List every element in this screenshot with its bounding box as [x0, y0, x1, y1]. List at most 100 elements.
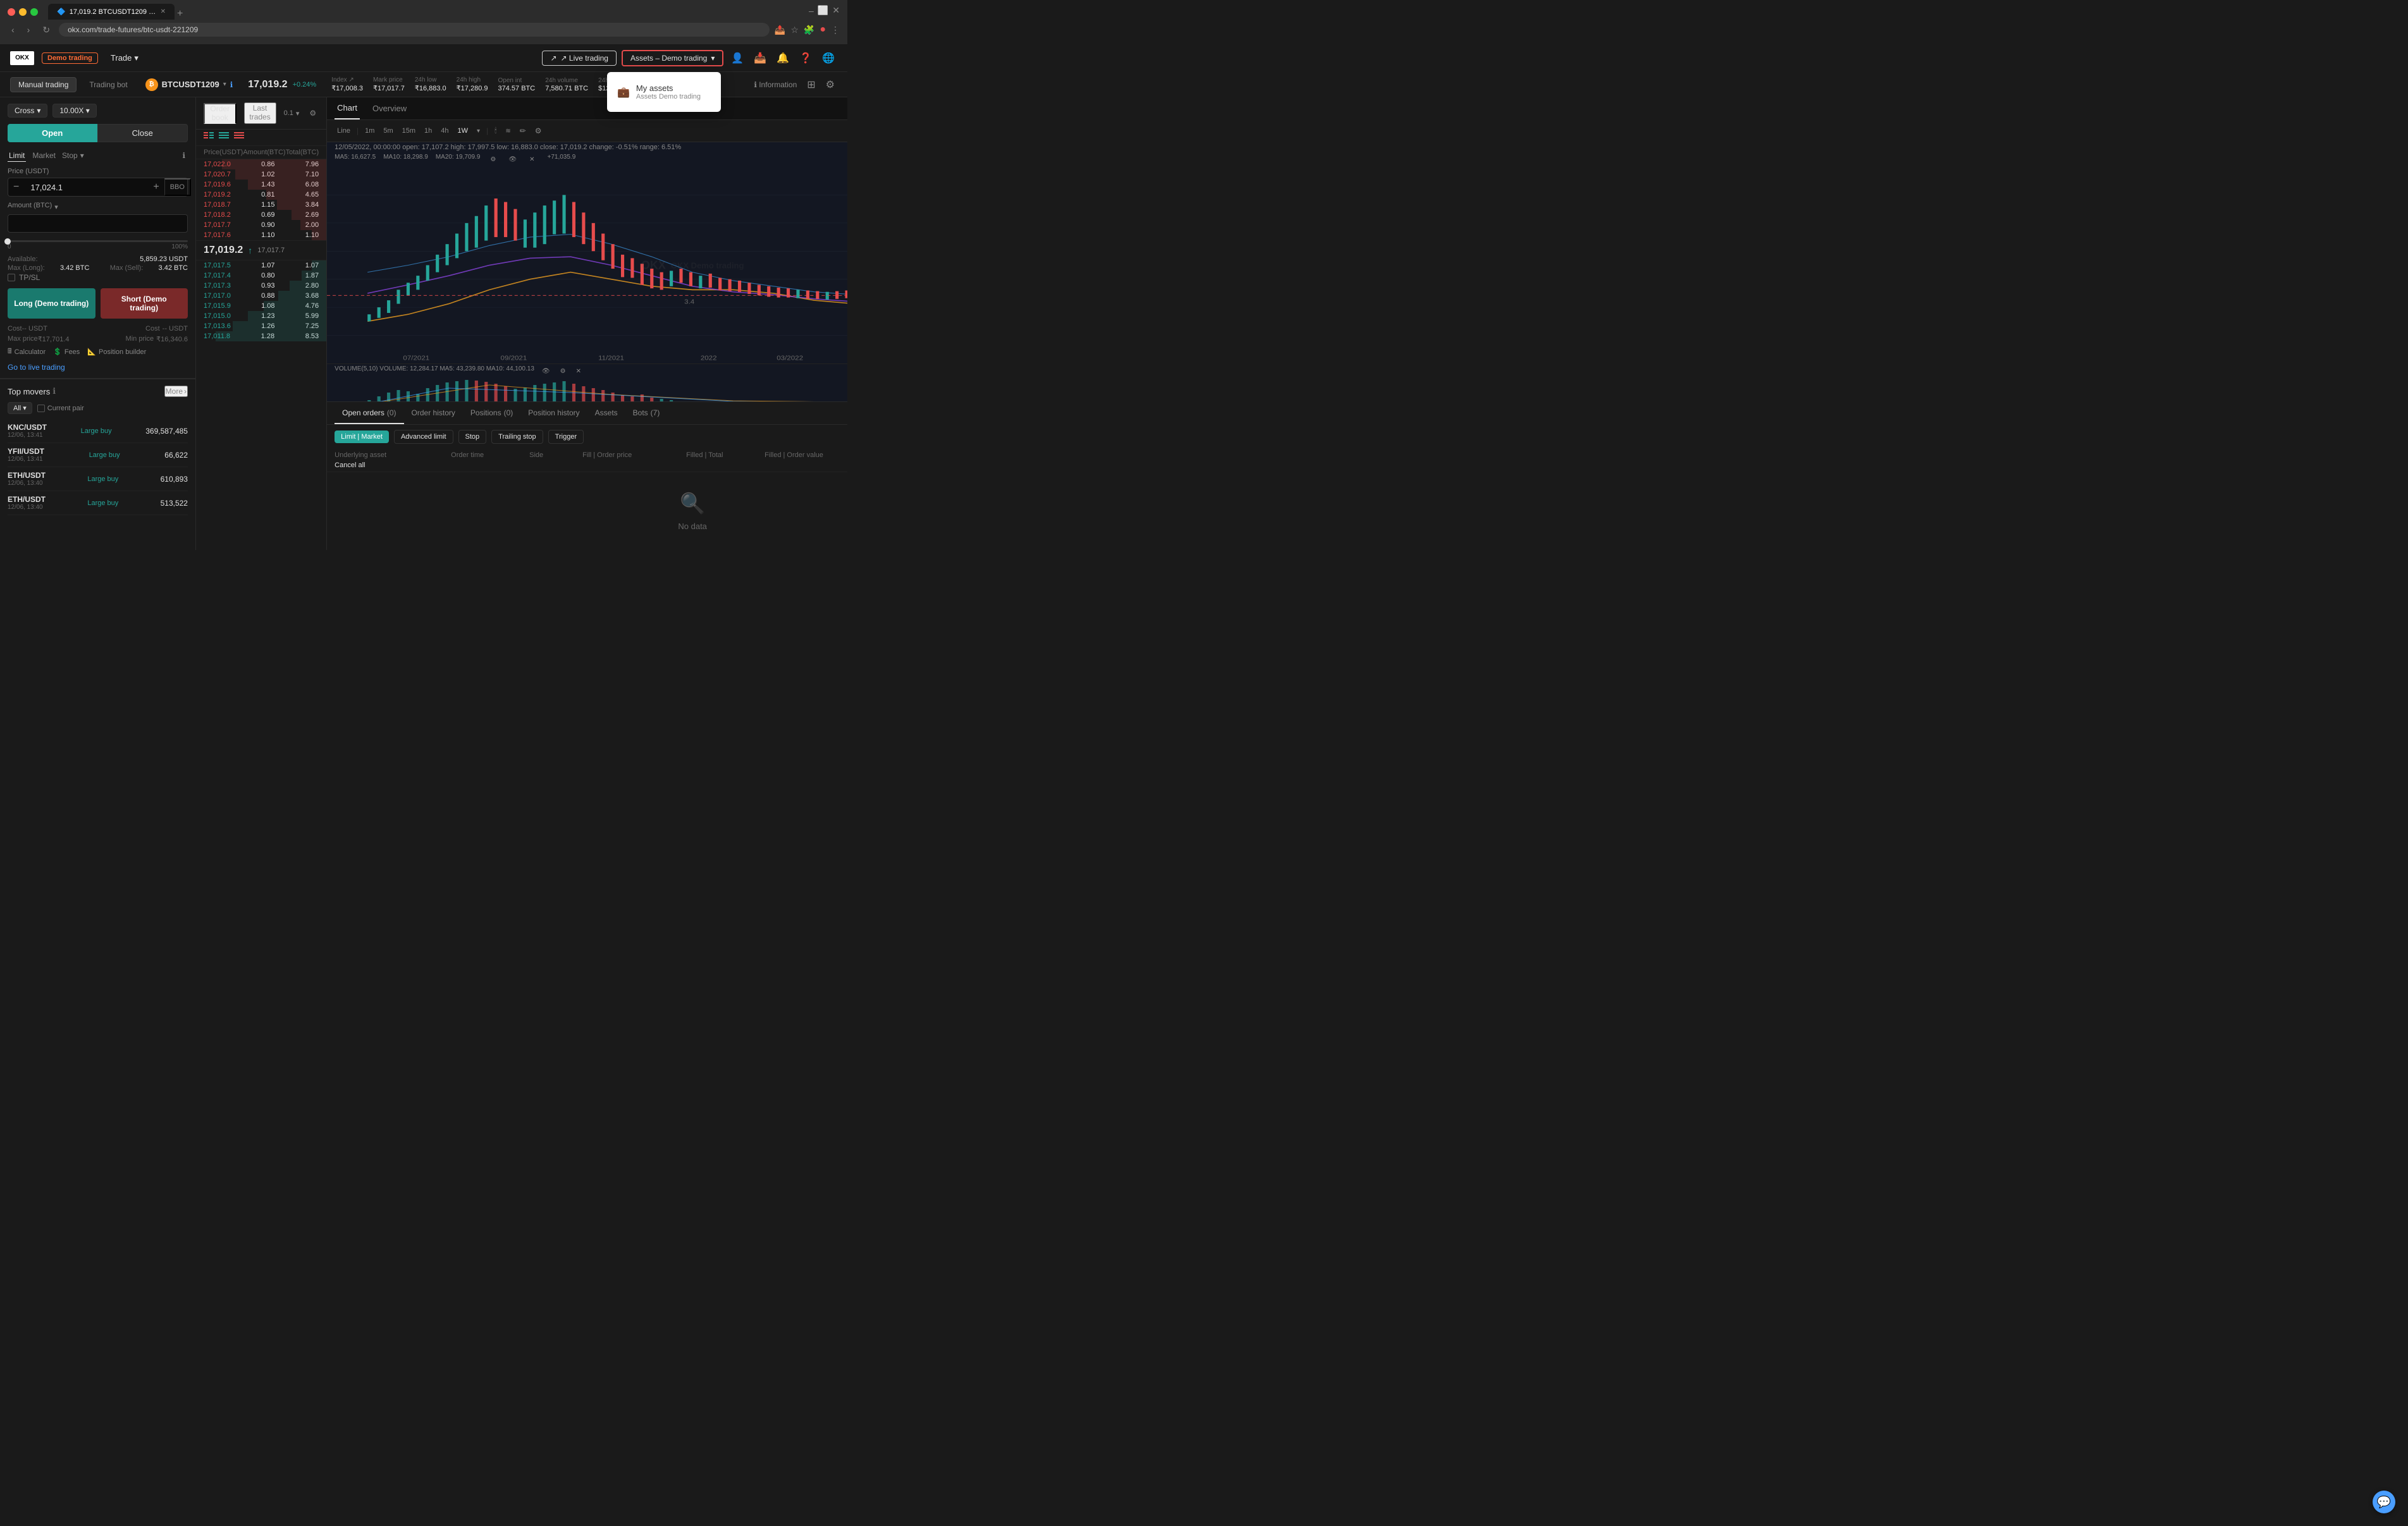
order-history-tab[interactable]: Order history — [404, 402, 463, 424]
volume-close-icon[interactable]: ✕ — [574, 365, 584, 377]
demo-trading-badge[interactable]: Demo trading — [42, 52, 98, 64]
trigger-filter[interactable]: Trigger — [548, 430, 584, 444]
limit-market-filter[interactable]: Limit | Market — [335, 430, 389, 443]
order-info-icon[interactable]: ℹ — [180, 149, 188, 162]
active-browser-tab[interactable]: 🔷 17,019.2 BTCUSDT1209 | Buy... ✕ — [48, 4, 175, 20]
forward-button[interactable]: › — [23, 23, 34, 36]
chart-tab[interactable]: Chart — [335, 97, 360, 119]
menu-button[interactable]: ⋮ — [831, 24, 840, 35]
new-tab-button[interactable]: + — [177, 8, 183, 20]
browser-close[interactable]: ✕ — [832, 5, 840, 16]
ma-settings-icon[interactable]: ⚙ — [488, 154, 498, 166]
limit-order-button[interactable]: Limit — [8, 150, 26, 162]
leverage-slider-track[interactable] — [8, 240, 188, 242]
assets-tab[interactable]: Assets — [587, 402, 625, 424]
position-builder-button[interactable]: 📐 Position builder — [87, 346, 146, 358]
pair-selector[interactable]: ₿ BTCUSDT1209 ▾ ℹ — [140, 76, 238, 94]
calculator-button[interactable]: 🖩 Calculator — [8, 346, 46, 358]
15m-button[interactable]: 15m — [400, 126, 418, 136]
extensions-button[interactable]: 🧩 — [804, 24, 814, 35]
information-button[interactable]: ℹ Information — [751, 78, 799, 92]
volume-settings-icon[interactable]: ⚙ — [558, 365, 568, 377]
address-bar-input[interactable] — [59, 23, 770, 37]
manual-trading-button[interactable]: Manual trading — [10, 77, 77, 92]
mover-item-2[interactable]: ETH/USDT 12/06, 13:40 Large buy 610,893 — [8, 467, 188, 491]
ask-row-6[interactable]: 17,017.70.902.00 — [196, 220, 326, 230]
1w-button[interactable]: 1W — [455, 126, 471, 136]
candle-type-button[interactable]: 🕯 — [492, 126, 499, 137]
maximize-window-button[interactable] — [30, 8, 38, 16]
browser-maximize[interactable]: ⬜ — [818, 5, 828, 16]
tab-close-button[interactable]: ✕ — [161, 8, 166, 15]
position-history-tab[interactable]: Position history — [520, 402, 587, 424]
1m-button[interactable]: 1m — [362, 126, 377, 136]
open-button[interactable]: Open — [8, 124, 97, 142]
notifications-icon-button[interactable]: 🔔 — [774, 49, 792, 67]
orderbook-settings-icon[interactable]: ⚙ — [307, 106, 319, 120]
star-button[interactable]: ☆ — [790, 24, 799, 35]
tpsl-checkbox[interactable] — [8, 274, 15, 281]
price-increment-button[interactable]: + — [148, 179, 164, 195]
ob-view-bids-button[interactable] — [219, 132, 229, 143]
settings-button[interactable]: ⚙ — [823, 76, 837, 94]
volume-eye-icon[interactable]: 👁 — [539, 365, 553, 377]
help-icon-button[interactable]: ❓ — [797, 49, 814, 67]
bookmark-button[interactable]: 📤 — [775, 24, 785, 35]
line-button[interactable]: Line — [335, 126, 353, 136]
download-icon-button[interactable]: 📥 — [751, 49, 769, 67]
ask-row-5[interactable]: 17,018.20.692.69 — [196, 210, 326, 220]
price-decrement-button[interactable]: − — [8, 179, 24, 195]
assets-demo-dropdown[interactable]: Assets – Demo trading ▾ — [622, 50, 723, 66]
minimize-window-button[interactable] — [19, 8, 27, 16]
amount-input[interactable] — [8, 215, 187, 232]
filter-all-button[interactable]: All ▾ — [8, 402, 32, 414]
long-button[interactable]: Long (Demo trading) — [8, 288, 95, 319]
user-icon-button[interactable]: 👤 — [728, 49, 746, 67]
ask-row-1[interactable]: 17,020.71.027.10 — [196, 169, 326, 180]
indicators-button[interactable]: ≋ — [503, 125, 513, 137]
ask-row-7[interactable]: 17,017.61.101.10 — [196, 230, 326, 240]
drawing-tools-button[interactable]: ✏ — [517, 124, 529, 138]
open-orders-tab[interactable]: Open orders (0) — [335, 402, 403, 424]
bid-row-0[interactable]: 17,017.51.071.07 — [196, 260, 326, 271]
globe-icon-button[interactable]: 🌐 — [820, 49, 837, 67]
ma-close-icon[interactable]: ✕ — [527, 154, 537, 166]
mover-item-1[interactable]: YFII/USDT 12/06, 13:41 Large buy 66,622 — [8, 443, 188, 467]
trading-bot-button[interactable]: Trading bot — [82, 78, 135, 92]
my-assets-item[interactable]: 💼 My assets Assets Demo trading — [607, 77, 721, 107]
leverage-button[interactable]: 10.00X ▾ — [52, 104, 96, 118]
ask-row-0[interactable]: 17,022.00.867.96 — [196, 159, 326, 169]
profile-button[interactable]: ● — [820, 24, 826, 35]
close-button[interactable]: Close — [97, 124, 188, 142]
1h-button[interactable]: 1h — [422, 126, 434, 136]
bbo-button[interactable]: BBO — [164, 178, 191, 196]
more-button[interactable]: More › — [164, 386, 188, 397]
trade-menu[interactable]: Trade ▾ — [106, 51, 144, 66]
ask-row-3[interactable]: 17,019.20.814.65 — [196, 190, 326, 200]
last-trades-tab[interactable]: Last trades — [244, 102, 276, 124]
mover-item-0[interactable]: KNC/USDT 12/06, 13:41 Large buy 369,587,… — [8, 419, 188, 443]
ask-row-4[interactable]: 17,018.71.153.84 — [196, 200, 326, 210]
live-trading-button[interactable]: ↗ BTCUSDT1209 ↗ Live trading — [542, 51, 617, 66]
current-pair-filter[interactable]: Current pair — [37, 405, 84, 412]
market-order-button[interactable]: Market — [31, 150, 57, 161]
more-timeframes-button[interactable]: ▾ — [474, 125, 482, 137]
ob-view-asks-button[interactable] — [234, 132, 244, 143]
orderbook-size[interactable]: 0.1 ▾ — [284, 109, 300, 118]
back-button[interactable]: ‹ — [8, 23, 18, 36]
advanced-limit-filter[interactable]: Advanced limit — [394, 430, 453, 444]
positions-tab[interactable]: Positions (0) — [463, 402, 520, 424]
slider-thumb[interactable] — [4, 238, 11, 245]
bid-row-6[interactable]: 17,013.61.267.25 — [196, 321, 326, 331]
bots-tab[interactable]: Bots (7) — [625, 402, 668, 424]
chart-area[interactable]: 60,000.0 40,000.0 20,000.0 — [327, 167, 847, 363]
ma-eye-icon[interactable]: 👁 — [506, 154, 519, 166]
chart-settings-button[interactable]: ⚙ — [532, 124, 544, 138]
current-pair-checkbox[interactable] — [37, 405, 45, 412]
orderbook-tab[interactable]: Order book — [204, 103, 236, 124]
close-window-button[interactable] — [8, 8, 15, 16]
ask-row-2[interactable]: 17,019.61.436.08 — [196, 180, 326, 190]
stop-filter[interactable]: Stop — [458, 430, 487, 444]
price-input[interactable] — [24, 179, 148, 196]
bid-row-7[interactable]: 17,011.81.288.53 — [196, 331, 326, 341]
